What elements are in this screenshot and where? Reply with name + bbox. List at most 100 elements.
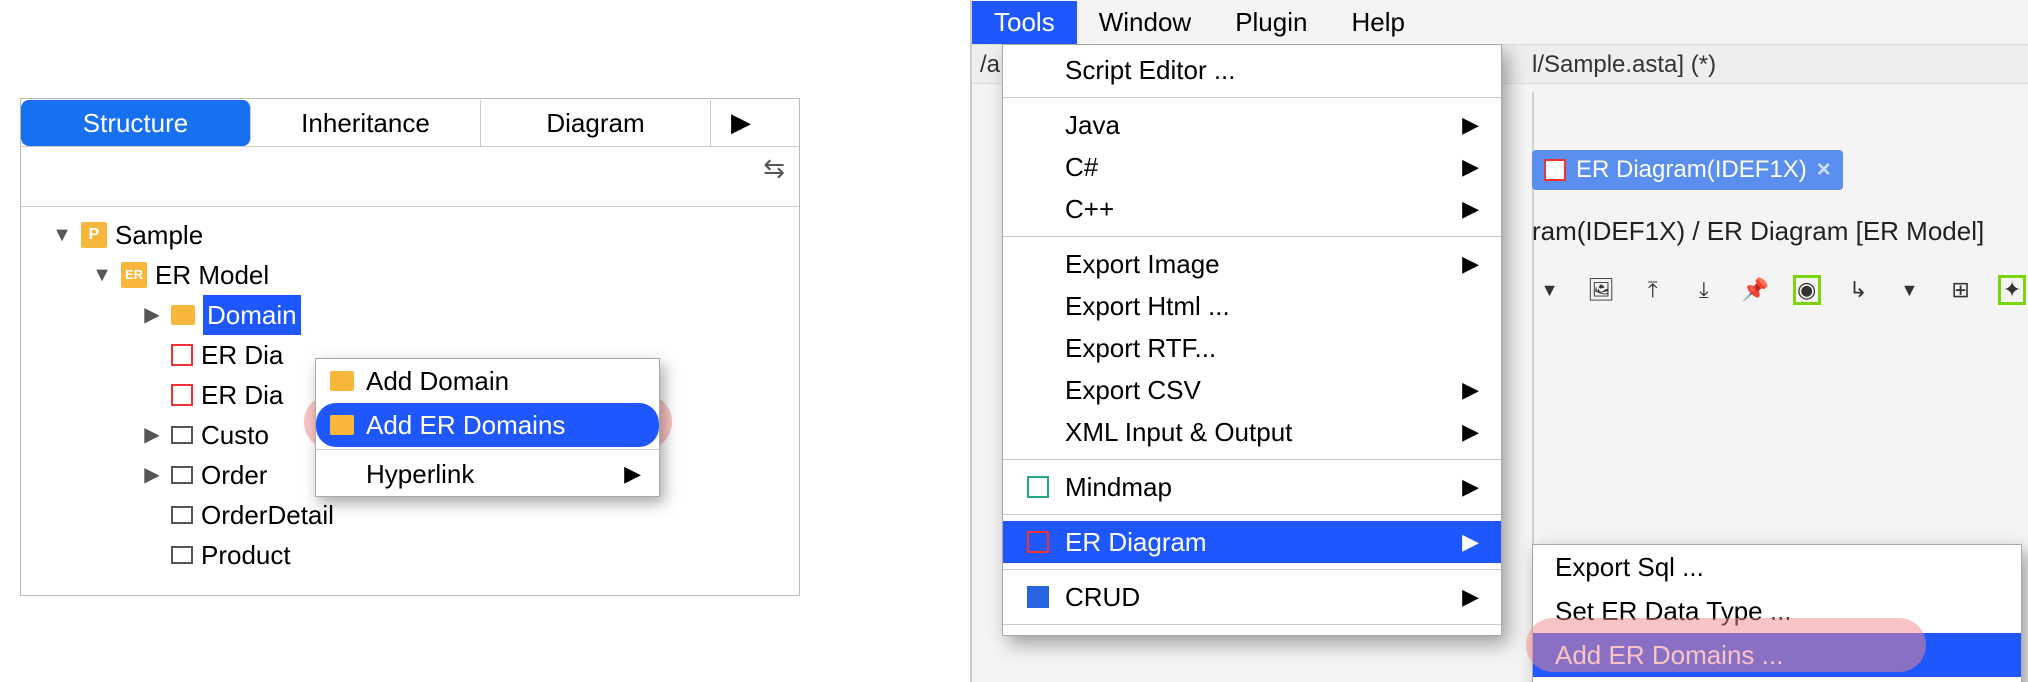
tree-entity-product[interactable]: Product — [31, 535, 789, 575]
submenu-arrow-icon: ▶ — [1462, 524, 1479, 560]
tm-er-diagram[interactable]: ER Diagram▶ — [1003, 521, 1501, 563]
tm-export-html-label: Export Html ... — [1065, 288, 1230, 324]
center-tool-icon[interactable]: ◉ — [1793, 275, 1821, 305]
menu-separator — [1003, 459, 1501, 460]
tm-script-label: Script Editor ... — [1065, 52, 1236, 88]
sync-icon[interactable]: ⇆ — [763, 153, 785, 184]
tm-export-html[interactable]: Export Html ... — [1003, 285, 1501, 327]
align-bottom-icon[interactable]: ⤓ — [1690, 275, 1717, 305]
submenu-arrow-icon: ▶ — [1462, 149, 1479, 185]
context-menu: Add Domain Add ER Domains Hyperlink ▶ — [315, 358, 660, 497]
tm-mindmap-label: Mindmap — [1065, 469, 1172, 505]
editor-breadcrumb: ram(IDEF1X) / ER Diagram [ER Model] — [1532, 216, 2028, 247]
ctx-add-er-domains-label: Add ER Domains — [366, 407, 565, 443]
ctx-add-domain[interactable]: Add Domain — [316, 359, 659, 403]
menu-tools[interactable]: Tools — [972, 1, 1077, 44]
entity-icon — [171, 506, 193, 524]
tm-script-editor[interactable]: Script Editor ... — [1003, 49, 1501, 91]
document-tab-label: ER Diagram(IDEF1X) — [1576, 156, 1807, 184]
tm-export-csv[interactable]: Export CSV ▶ — [1003, 369, 1501, 411]
crud-icon — [1027, 586, 1049, 608]
connector-tool-icon[interactable]: ↳ — [1845, 275, 1872, 305]
menubar: Tools Window Plugin Help — [972, 0, 2028, 44]
tm-java-label: Java — [1065, 107, 1120, 143]
sparkle-tool-icon[interactable]: ✦ — [1998, 275, 2026, 305]
tree-root[interactable]: ▼ P Sample — [31, 215, 789, 255]
tools-menu: Script Editor ... Java▶ C#▶ C++▶ Export … — [1002, 44, 1502, 636]
tm-java[interactable]: Java▶ — [1003, 104, 1501, 146]
menu-separator — [1003, 624, 1501, 625]
structure-toolbar: ⇆ — [21, 147, 799, 207]
menu-help[interactable]: Help — [1329, 1, 1426, 44]
tm-crud-label: CRUD — [1065, 579, 1140, 615]
twisty-open-icon[interactable]: ▼ — [51, 215, 73, 255]
twisty-closed-icon[interactable]: ▶ — [141, 415, 163, 455]
submenu-arrow-icon: ▶ — [1462, 579, 1479, 615]
tm-csharp[interactable]: C#▶ — [1003, 146, 1501, 188]
structure-tabs: Structure Inheritance Diagram ▶ — [21, 99, 799, 147]
tree-er-model[interactable]: ▼ ER ER Model — [31, 255, 789, 295]
tab-inheritance[interactable]: Inheritance — [251, 100, 481, 146]
tm-export-image[interactable]: Export Image ▶ — [1003, 243, 1501, 285]
menu-separator — [1003, 236, 1501, 237]
tree-erd2-label: ER Dia — [201, 375, 283, 415]
layout-tool-icon[interactable]: ⊞ — [1947, 275, 1974, 305]
tm-mindmap[interactable]: Mindmap▶ — [1003, 466, 1501, 508]
twisty-open-icon[interactable]: ▼ — [91, 255, 113, 295]
tm-crud[interactable]: CRUD ▶ — [1003, 576, 1501, 618]
tree-domain[interactable]: ▶ Domain — [31, 295, 789, 335]
entity-icon — [171, 466, 193, 484]
menu-plugin[interactable]: Plugin — [1213, 1, 1329, 44]
structure-panel: Structure Inheritance Diagram ▶ ⇆ ▼ P Sa… — [20, 98, 800, 596]
ctx-add-domain-label: Add Domain — [366, 363, 509, 399]
tree-root-label: Sample — [115, 215, 203, 255]
image-tool-icon[interactable]: 🖼 — [1587, 275, 1615, 305]
twisty-closed-icon[interactable]: ▶ — [141, 295, 163, 335]
folder-icon — [330, 371, 354, 391]
tree-erd1-label: ER Dia — [201, 335, 283, 375]
title-right-frag: l/Sample.asta] (*) — [1532, 45, 1716, 85]
close-tab-icon[interactable]: × — [1817, 156, 1831, 184]
ctx-add-er-domains[interactable]: Add ER Domains — [316, 403, 659, 447]
align-top-icon[interactable]: ⤒ — [1639, 275, 1666, 305]
submenu-arrow-icon: ▶ — [1462, 372, 1479, 408]
sub-export-sql[interactable]: Export Sql ... — [1533, 545, 2021, 589]
tree-orderdetail-label: OrderDetail — [201, 495, 334, 535]
sub-export-entity-report[interactable]: Export Entity Definition Report ... — [1533, 677, 2021, 682]
twisty-closed-icon[interactable]: ▶ — [141, 455, 163, 495]
tm-cpp[interactable]: C++▶ — [1003, 188, 1501, 230]
ctx-hyperlink[interactable]: Hyperlink ▶ — [316, 452, 659, 496]
er-model-icon: ER — [121, 262, 147, 288]
pin-icon[interactable]: 📌 — [1742, 275, 1769, 305]
tabs-overflow-icon[interactable]: ▶ — [711, 107, 771, 138]
tm-export-rtf[interactable]: Export RTF... — [1003, 327, 1501, 369]
dropdown-icon[interactable]: ▼ — [1536, 275, 1563, 305]
editor-area: ER Diagram(IDEF1X) × ram(IDEF1X) / ER Di… — [1532, 150, 2028, 311]
tm-export-csv-label: Export CSV — [1065, 372, 1201, 408]
tm-export-image-label: Export Image — [1065, 246, 1220, 282]
document-tab[interactable]: ER Diagram(IDEF1X) × — [1532, 150, 1843, 190]
menu-window[interactable]: Window — [1077, 1, 1213, 44]
ctx-hyperlink-label: Hyperlink — [366, 456, 474, 492]
highlight-halo — [1526, 618, 1926, 672]
project-icon: P — [81, 222, 107, 248]
tree-customer-label: Custo — [201, 415, 269, 455]
tree-order-label: Order — [201, 455, 267, 495]
dropdown-icon[interactable]: ▼ — [1896, 275, 1923, 305]
tm-xml-io-label: XML Input & Output — [1065, 414, 1292, 450]
tab-diagram[interactable]: Diagram — [481, 100, 711, 146]
editor-toolbar: ▼ 🖼 ⤒ ⤓ 📌 ◉ ↳ ▼ ⊞ ✦ — [1532, 269, 2028, 311]
tree-product-label: Product — [201, 535, 291, 575]
er-diagram-icon — [171, 344, 193, 366]
tm-cpp-label: C++ — [1065, 191, 1114, 227]
er-diagram-icon — [1544, 159, 1566, 181]
folder-icon — [330, 415, 354, 435]
tab-structure[interactable]: Structure — [21, 100, 251, 146]
tree-entity-orderdetail[interactable]: OrderDetail — [31, 495, 789, 535]
menu-separator — [1003, 514, 1501, 515]
tm-xml-io[interactable]: XML Input & Output▶ — [1003, 411, 1501, 453]
submenu-arrow-icon: ▶ — [624, 456, 641, 492]
tree-er-model-label: ER Model — [155, 255, 269, 295]
entity-icon — [171, 546, 193, 564]
submenu-arrow-icon: ▶ — [1462, 246, 1479, 282]
